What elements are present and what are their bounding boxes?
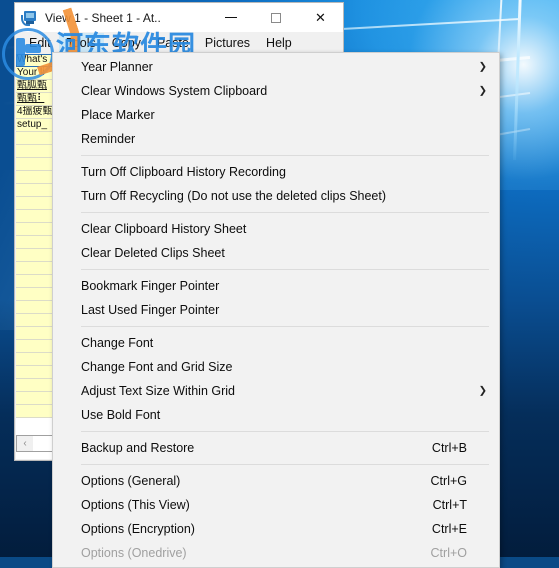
menubar-item-edit[interactable]: Edit (21, 33, 59, 53)
menu-item[interactable]: Change Font (53, 331, 499, 355)
menu-item-shortcut: Ctrl+T (432, 498, 467, 512)
tools-dropdown-menu[interactable]: Year Planner ❯ Clear Windows System Clipbo… (52, 52, 500, 568)
menu-item[interactable]: Use Bold Font (53, 403, 499, 427)
minimize-icon (224, 17, 237, 18)
menu-item-label: Change Font and Grid Size (81, 360, 233, 374)
window-title: View 1 - Sheet 1 - At.. (45, 10, 161, 25)
menu-item-label: Reminder (81, 132, 136, 146)
maximize-icon (270, 12, 281, 23)
menu-separator (81, 269, 489, 270)
menu-item-label: Year Planner (81, 60, 153, 74)
menu-item-label: Last Used Finger Pointer (81, 303, 220, 317)
menu-item-label: Bookmark Finger Pointer (81, 279, 220, 293)
menu-separator (81, 464, 489, 465)
menu-item-shortcut: Ctrl+B (431, 441, 467, 455)
menu-item-label: Options (Onedrive) (81, 546, 187, 560)
menu-item-label: Options (Encryption) (81, 522, 195, 536)
menu-item[interactable]: Last Used Finger Pointer (53, 298, 499, 322)
chevron-right-icon: ❯ (478, 85, 487, 97)
menu-item-label: Use Bold Font (81, 408, 161, 422)
menu-item[interactable]: Adjust Text Size Within Grid ❯ (53, 379, 499, 403)
menubar-item-copy[interactable]: Copy (104, 33, 149, 53)
clipboard-monitor-icon (21, 10, 39, 26)
menu-item-shortcut: Ctrl+E (431, 522, 467, 536)
menu-item-label: Turn Off Clipboard History Recording (81, 165, 286, 179)
menubar-item-help[interactable]: Help (258, 33, 300, 53)
menubar-item-paste[interactable]: Paste (149, 33, 197, 53)
menu-item[interactable]: Clear Deleted Clips Sheet (53, 241, 499, 265)
menubar-item-pictures[interactable]: Pictures (197, 33, 258, 53)
menu-item[interactable]: Clear Windows System Clipboard ❯ (53, 79, 499, 103)
menu-item-label: Clear Clipboard History Sheet (81, 222, 247, 236)
menu-item[interactable]: Year Planner ❯ (53, 55, 499, 79)
menu-item[interactable]: Options (General) Ctrl+G (53, 469, 499, 493)
menu-separator (81, 431, 489, 432)
menu-item-label: Change Font (81, 336, 154, 350)
menu-item-label: Backup and Restore (81, 441, 195, 455)
menu-item[interactable]: Options (Encryption) Ctrl+E (53, 517, 499, 541)
menu-item[interactable]: Turn Off Clipboard History Recording (53, 160, 499, 184)
chevron-left-icon[interactable]: ‹ (17, 436, 33, 451)
chevron-right-icon: ❯ (478, 61, 487, 73)
menu-item-label: Options (General) (81, 474, 181, 488)
chevron-right-icon: ❯ (478, 385, 487, 397)
menu-item-label: Options (This View) (81, 498, 190, 512)
menu-item[interactable]: Turn Off Recycling (Do not use the delet… (53, 184, 499, 208)
menu-item[interactable]: Backup and Restore Ctrl+B (53, 436, 499, 460)
window-controls: ✕ (208, 3, 343, 32)
menu-item-label: Place Marker (81, 108, 155, 122)
menu-item-label: Adjust Text Size Within Grid (81, 384, 235, 398)
menu-item[interactable]: Options (This View) Ctrl+T (53, 493, 499, 517)
menubar-item-tools[interactable]: Tools (58, 33, 104, 53)
minimize-button[interactable] (208, 3, 253, 32)
menu-item-shortcut: Ctrl+O (430, 546, 467, 560)
menu-item[interactable]: Clear Clipboard History Sheet (53, 217, 499, 241)
menu-separator (81, 155, 489, 156)
menu-item[interactable]: Place Marker (53, 103, 499, 127)
menu-item: Options (Onedrive) Ctrl+O (53, 541, 499, 565)
menu-item[interactable]: Bookmark Finger Pointer (53, 274, 499, 298)
maximize-button[interactable] (253, 3, 298, 32)
menu-item[interactable]: Reminder (53, 127, 499, 151)
menu-item-label: Clear Windows System Clipboard (81, 84, 268, 98)
title-bar: View 1 - Sheet 1 - At.. ✕ (15, 3, 343, 32)
close-button[interactable]: ✕ (298, 3, 343, 32)
menu-item-label: Clear Deleted Clips Sheet (81, 246, 225, 260)
close-icon: ✕ (315, 10, 326, 25)
menu-bar: Edit Tools Copy Paste Pictures Help (15, 32, 343, 54)
menu-separator (81, 326, 489, 327)
menu-item-shortcut: Ctrl+G (430, 474, 467, 488)
menu-item-label: Turn Off Recycling (Do not use the delet… (81, 189, 387, 203)
menu-separator (81, 212, 489, 213)
menu-item[interactable]: Change Font and Grid Size (53, 355, 499, 379)
